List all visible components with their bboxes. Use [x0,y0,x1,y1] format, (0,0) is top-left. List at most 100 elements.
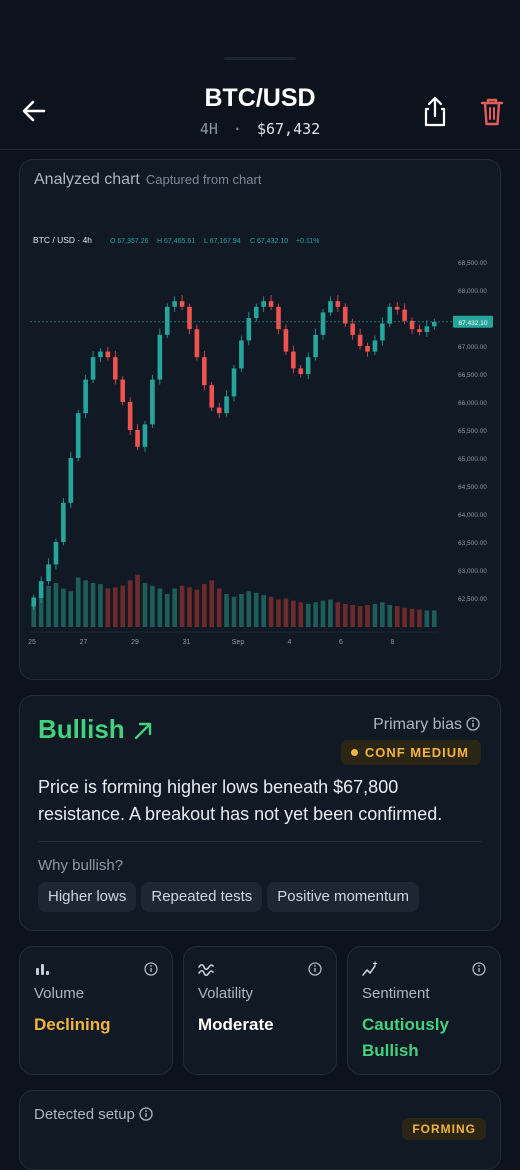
detected-setup-text: Detected setup [34,1106,135,1123]
candle-body [68,458,74,503]
current-price: $67,432 [256,120,321,138]
metric-label: Volume [34,985,85,1002]
metric-label: Volatility [198,985,254,1002]
candle-body [83,379,88,414]
volume-bar [409,608,415,627]
info-icon[interactable] [466,717,480,731]
volume-bar [105,588,111,627]
primary-bias-text: Primary bias [373,716,462,733]
trend-sparkle-icon [362,961,378,976]
candle-body [313,334,318,358]
metric-value: Declining [34,1015,111,1034]
candle-body [202,357,207,386]
candle-body [394,306,400,310]
candle-body [305,357,311,374]
legend-symbol: BTC / USD · 4h [33,235,92,245]
volume-bar [431,610,437,627]
candle-body [342,306,348,324]
x-tick-label: 27 [80,639,88,646]
candle-body [98,351,103,358]
volume-bar [424,610,430,627]
candlestick-chart[interactable]: BTC / USD · 4h O 67,357.26 H 67,465.61 L 67… [20,160,500,679]
x-tick-label: 31 [183,639,191,646]
volume-bar [357,606,363,627]
metric-card-sentiment[interactable]: Sentiment Cautiously Bullish [347,946,501,1075]
candle-body [431,321,437,327]
bias-title: Bullish [38,714,125,744]
candle-body [320,312,326,335]
volume-bar [283,598,289,627]
y-tick-label: 65,500.00 [458,428,487,435]
candle-body [283,329,289,352]
info-icon[interactable] [139,1107,153,1121]
candle-body [142,424,148,447]
candle-body [135,430,140,447]
info-icon[interactable] [308,962,322,976]
volume-bar [142,583,148,627]
volume-bar [335,602,341,627]
reason-chip[interactable]: Repeated tests [141,882,263,912]
volume-bar [157,588,163,627]
volume-bar [202,584,207,627]
reason-chip[interactable]: Positive momentum [267,882,419,912]
y-tick-label: 65,000.00 [458,456,487,463]
candle-body [187,306,192,330]
metric-label: Sentiment [362,985,430,1002]
volume-bar [224,594,229,627]
arrow-up-right-icon [134,722,152,740]
volume-bar [350,605,355,627]
candle-body [150,379,155,425]
info-icon[interactable] [144,962,158,976]
candle-body [357,334,363,346]
detected-setup-card[interactable]: Detected setup FORMING [19,1090,501,1170]
info-icon[interactable] [472,962,486,976]
candle-body [335,301,341,307]
legend-change: +0.11% [296,238,319,245]
last-price-label: 67,432.10 [459,320,488,327]
volume-bar [298,602,304,627]
metric-card-volatility[interactable]: Volatility Moderate [183,946,337,1075]
confidence-dot-icon [350,749,358,756]
volume-bar [387,605,393,627]
candle-body [127,402,133,430]
timeframe-label: 4H [199,120,218,138]
candle-body [402,309,407,321]
candle-body [194,329,200,358]
y-tick-label: 63,000.00 [458,568,487,575]
why-bullish-label: Why bullish? [38,857,124,874]
divider [38,841,482,842]
candle-body [61,502,66,542]
y-tick-label: 66,000.00 [458,400,487,407]
share-icon[interactable] [420,96,450,128]
volume-bar [75,577,81,627]
primary-bias-label: Primary bias [373,716,480,734]
volume-bar [98,584,103,627]
candle-body [239,340,244,369]
volume-bar [216,588,222,627]
volume-bar [172,588,177,627]
metric-card-volume[interactable]: Volume Declining [19,946,173,1075]
volume-bar [342,603,348,627]
candle-body [365,346,370,352]
volume-bar [380,602,385,627]
volume-bar [120,585,126,627]
candle-body [216,407,222,414]
wave-icon [198,963,214,977]
detected-setup-label: Detected setup [34,1106,153,1123]
candle-body [268,301,274,307]
volume-bar [268,596,274,627]
volume-bar [179,585,185,627]
bias-description: Price is forming higher lows beneath $67… [38,777,443,824]
volume-bar [164,594,170,627]
reason-chip[interactable]: Higher lows [38,882,137,912]
candle-body [31,598,37,607]
candle-body [224,396,229,414]
volume-bar [246,591,252,627]
subtitle-separator: · [232,120,242,138]
volume-bar [46,585,51,627]
y-tick-label: 62,500.00 [458,596,487,603]
trash-icon[interactable] [478,97,506,127]
volume-bar [372,603,378,627]
candle-body [46,564,51,582]
y-tick-label: 67,000.00 [458,344,487,351]
